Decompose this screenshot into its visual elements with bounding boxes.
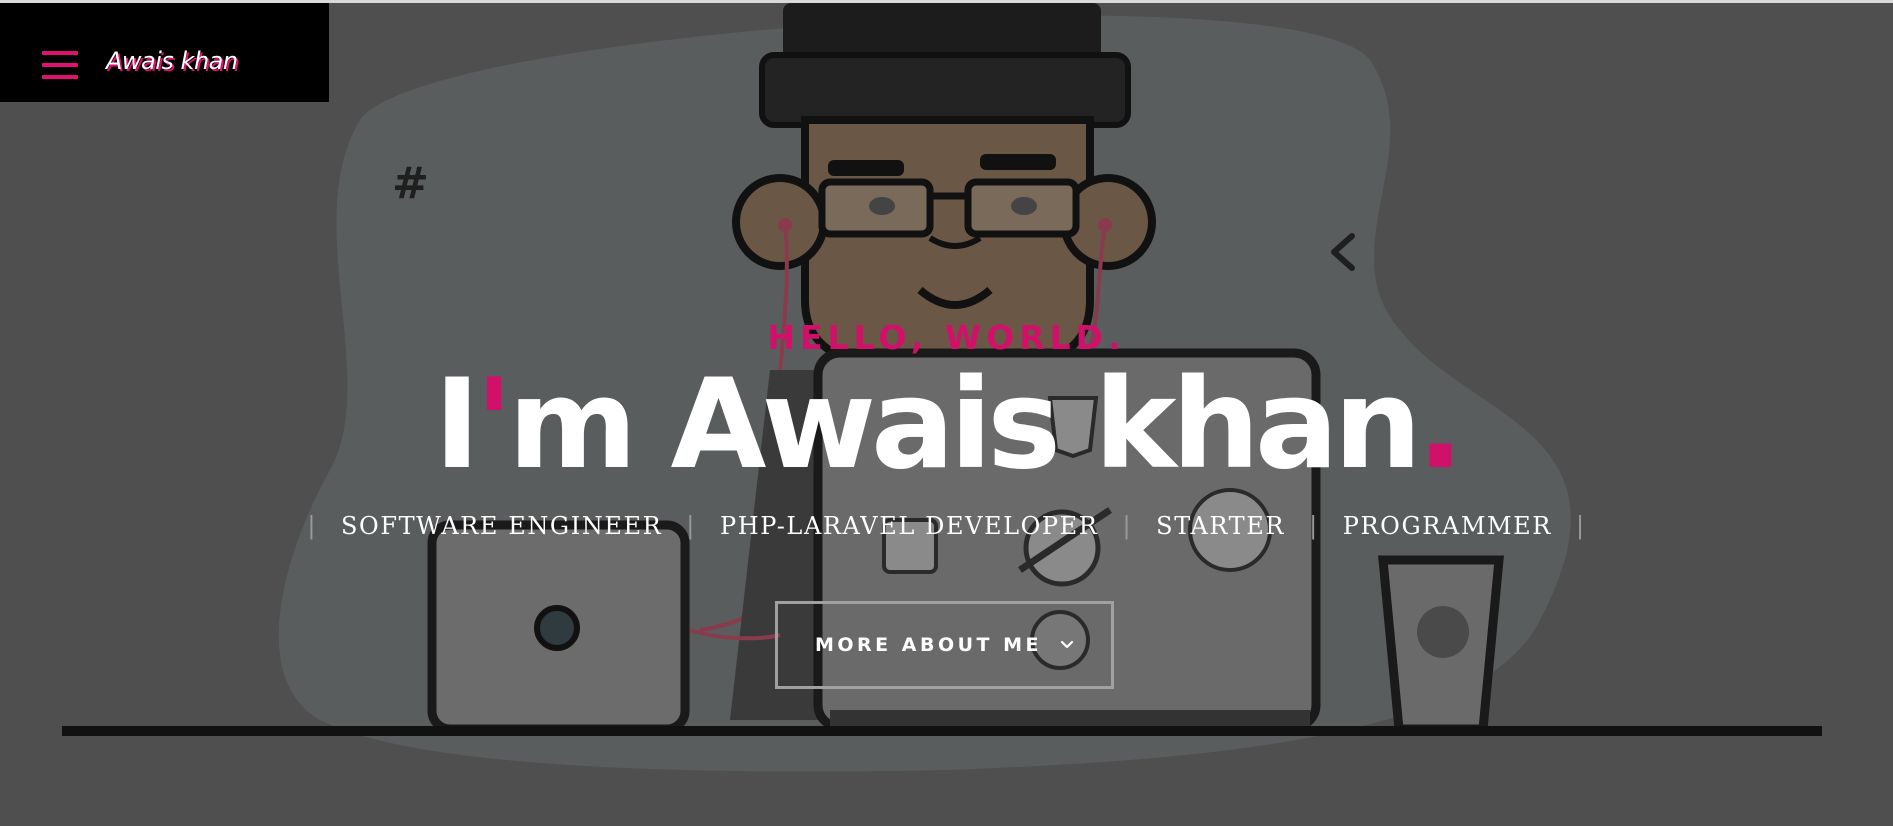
role-list: | SOFTWARE ENGINEER | PHP-LARAVEL DEVELO… <box>0 512 1893 540</box>
headline-dot: . <box>1416 353 1464 497</box>
more-about-me-button[interactable]: MORE ABOUT ME <box>775 601 1114 689</box>
hamburger-menu-icon[interactable] <box>42 51 78 79</box>
role-separator: | <box>686 512 696 540</box>
role-separator: | <box>1575 512 1586 540</box>
chevron-down-icon <box>1060 640 1074 649</box>
headline-i: I <box>434 353 480 497</box>
role-separator: | <box>1309 512 1319 540</box>
role-item: STARTER <box>1156 512 1286 540</box>
hero-headline: I'm Awais khan. <box>0 355 1893 495</box>
headline-apostrophe: ' <box>475 353 513 497</box>
role-item: SOFTWARE ENGINEER <box>341 512 663 540</box>
nav-header: Awais khan <box>0 3 329 102</box>
brand-logo[interactable]: Awais khan <box>106 47 238 75</box>
more-about-me-label: MORE ABOUT ME <box>814 634 1042 656</box>
headline-name: m Awais khan <box>508 353 1422 497</box>
hero-section: # Awais khan HELLO, WORLD. I'm Awais kha… <box>0 0 1893 826</box>
role-separator: | <box>307 512 317 540</box>
hero-kicker: HELLO, WORLD. <box>767 318 1126 357</box>
role-separator: | <box>1122 512 1133 540</box>
role-item: PHP-LARAVEL DEVELOPER <box>719 512 1099 540</box>
svg-text:#: # <box>392 158 429 209</box>
role-item: PROGRAMMER <box>1342 512 1552 540</box>
